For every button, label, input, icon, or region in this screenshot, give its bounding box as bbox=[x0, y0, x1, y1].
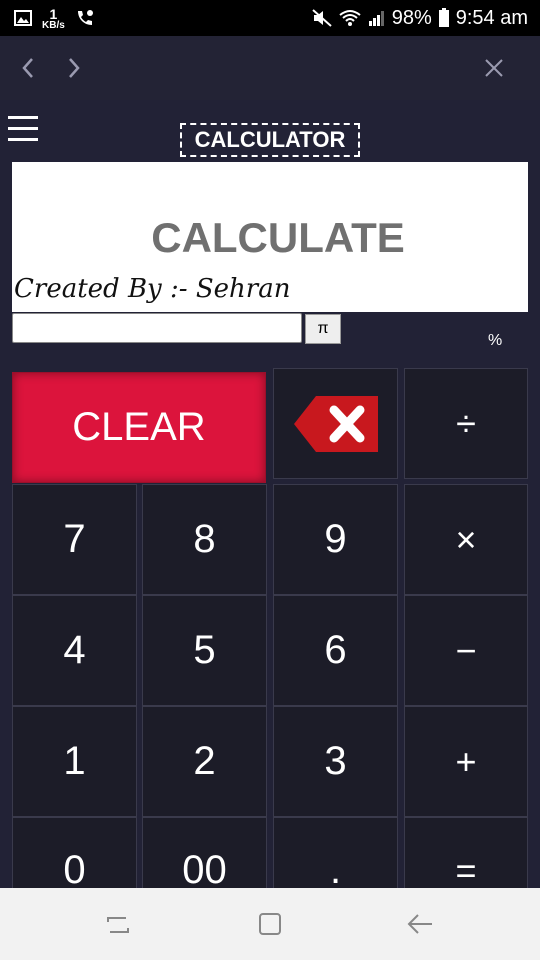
digit-1-button[interactable]: 1 bbox=[12, 706, 137, 817]
close-icon bbox=[485, 59, 503, 77]
hamburger-icon-line bbox=[8, 138, 38, 141]
recent-apps-icon bbox=[107, 917, 129, 933]
digit-6-button[interactable]: 6 bbox=[273, 595, 398, 706]
digit-5-button[interactable]: 5 bbox=[142, 595, 267, 706]
mute-icon bbox=[312, 9, 332, 27]
hamburger-icon-line bbox=[8, 127, 38, 130]
hamburger-icon-line bbox=[8, 116, 38, 119]
minus-button[interactable]: − bbox=[404, 595, 528, 706]
network-speed-value: 1 bbox=[49, 5, 58, 22]
browser-nav-bar bbox=[0, 36, 540, 100]
equals-button[interactable]: = bbox=[404, 817, 528, 888]
backspace-button[interactable] bbox=[273, 368, 398, 479]
wifi-icon bbox=[339, 10, 361, 26]
digit-8-button[interactable]: 8 bbox=[142, 484, 267, 595]
digit-7-button[interactable]: 7 bbox=[12, 484, 137, 595]
recent-apps-button[interactable] bbox=[102, 908, 134, 940]
decimal-button[interactable]: . bbox=[273, 817, 398, 888]
gallery-icon bbox=[14, 10, 32, 26]
status-right: 98% 9:54 am bbox=[312, 0, 528, 36]
banner: CALCULATE Created By :- Sehran bbox=[12, 162, 528, 312]
digit-3-button[interactable]: 3 bbox=[273, 706, 398, 817]
pi-button[interactable]: π bbox=[305, 314, 341, 344]
calculator-display-input[interactable] bbox=[12, 313, 302, 343]
network-speed-unit: KB/s bbox=[42, 19, 65, 31]
double-zero-button[interactable]: 00 bbox=[142, 817, 267, 888]
calculator-app: CALCULATOR CALCULATE Created By :- Sehra… bbox=[0, 100, 540, 888]
digit-0-button[interactable]: 0 bbox=[12, 817, 137, 888]
divide-button[interactable]: ÷ bbox=[404, 368, 528, 479]
chevron-left-icon bbox=[22, 58, 33, 78]
close-button[interactable] bbox=[474, 36, 514, 100]
system-nav-bar bbox=[0, 888, 540, 960]
app-title: CALCULATOR bbox=[180, 123, 360, 157]
signal-icon bbox=[368, 11, 384, 26]
digit-2-button[interactable]: 2 bbox=[142, 706, 267, 817]
chevron-right-icon bbox=[69, 58, 80, 78]
forward-button[interactable] bbox=[54, 36, 94, 100]
clear-button[interactable]: CLEAR bbox=[12, 372, 266, 483]
home-icon bbox=[259, 913, 281, 935]
back-button[interactable] bbox=[8, 36, 48, 100]
call-icon bbox=[77, 10, 93, 25]
back-arrow-icon bbox=[407, 914, 432, 934]
multiply-button[interactable]: × bbox=[404, 484, 528, 595]
menu-button[interactable] bbox=[8, 116, 38, 146]
battery-icon bbox=[438, 8, 449, 27]
home-button[interactable] bbox=[254, 908, 286, 940]
back-nav-button[interactable] bbox=[404, 908, 436, 940]
percent-button[interactable]: % bbox=[488, 332, 502, 350]
status-bar: 1 KB/s 98% 9:54 am bbox=[0, 0, 540, 36]
backspace-icon bbox=[293, 395, 378, 452]
banner-credit: Created By :- Sehran bbox=[14, 274, 291, 304]
battery-percent: 98% bbox=[391, 6, 432, 29]
banner-heading: CALCULATE bbox=[151, 214, 405, 261]
digit-9-button[interactable]: 9 bbox=[273, 484, 398, 595]
network-speed: 1 KB/s bbox=[42, 5, 65, 31]
plus-button[interactable]: + bbox=[404, 706, 528, 817]
clock: 9:54 am bbox=[455, 6, 528, 29]
digit-4-button[interactable]: 4 bbox=[12, 595, 137, 706]
status-left: 1 KB/s bbox=[14, 0, 95, 36]
